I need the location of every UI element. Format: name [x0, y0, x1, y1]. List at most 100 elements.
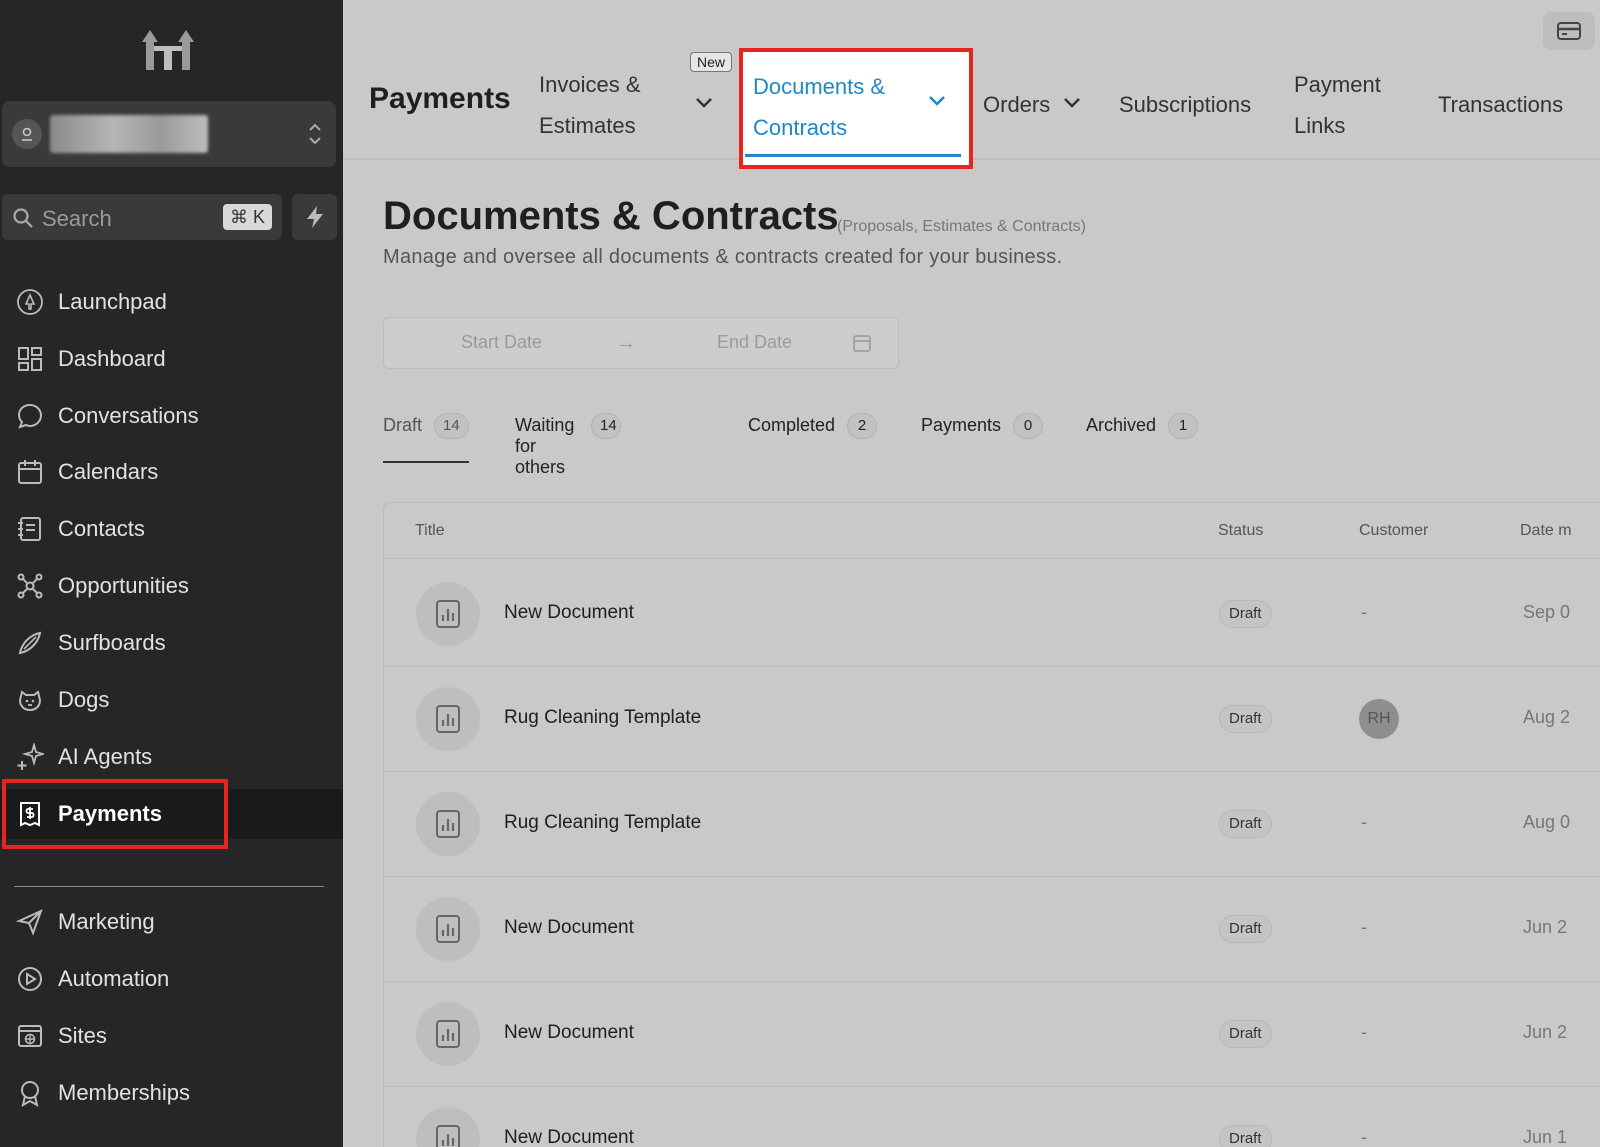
status-tab-payments[interactable]: Payments 0 [921, 413, 1044, 463]
surfboard-icon [14, 627, 46, 659]
calendar-icon[interactable] [852, 333, 872, 353]
document-title[interactable]: Rug Cleaning Template [504, 707, 701, 729]
column-customer[interactable]: Customer [1359, 522, 1428, 540]
column-date[interactable]: Date m [1520, 522, 1572, 540]
page-title: Documents & Contracts [383, 194, 839, 238]
chevron-down-icon[interactable] [927, 94, 947, 108]
start-date-field[interactable]: Start Date [461, 332, 542, 353]
sidebar-item-opportunities[interactable]: Opportunities [0, 561, 343, 611]
document-icon [416, 582, 480, 646]
document-title[interactable]: Rug Cleaning Template [504, 812, 701, 834]
active-tab-indicator [745, 154, 961, 157]
table-row[interactable]: New Document Draft - Jun 2 [384, 980, 1600, 1087]
customer-avatar[interactable]: RH [1359, 699, 1399, 739]
location-avatar [12, 119, 42, 149]
sidebar-item-automation[interactable]: Automation [0, 954, 343, 1004]
document-icon [416, 897, 480, 961]
quick-actions-button[interactable] [292, 194, 337, 240]
status-tab-archived[interactable]: Archived 1 [1086, 413, 1199, 463]
table-header: Title Status Customer Date m [384, 503, 1600, 559]
sidebar-item-dogs[interactable]: Dogs [0, 675, 343, 725]
chevron-updown-icon [309, 123, 321, 145]
end-date-field[interactable]: End Date [717, 332, 792, 353]
status-tab-label: Completed [748, 415, 836, 435]
tab-subscriptions[interactable]: Subscriptions [1119, 84, 1251, 125]
sidebar-item-dashboard[interactable]: Dashboard [0, 334, 343, 384]
sidebar-item-payments[interactable]: Payments [0, 779, 343, 849]
billing-button[interactable] [1543, 12, 1595, 50]
account-name-redacted [50, 115, 208, 153]
globe-window-icon [14, 1020, 46, 1052]
sidebar-item-launchpad[interactable]: Launchpad [0, 277, 343, 327]
search-input[interactable]: Search ⌘ K [2, 194, 282, 240]
documents-table: Title Status Customer Date m New Documen… [383, 502, 1600, 1147]
award-icon [14, 1077, 46, 1109]
dashboard-icon [14, 343, 46, 375]
table-row[interactable]: Rug Cleaning Template Draft - Aug 0 [384, 770, 1600, 877]
account-switcher[interactable] [2, 101, 336, 167]
tab-invoices-estimates[interactable]: Invoices & Estimates [539, 64, 641, 146]
tab-documents-line2: Contracts [753, 115, 848, 140]
document-icon [416, 1002, 480, 1066]
tab-invoices-line2: Estimates [539, 113, 636, 138]
sidebar-item-memberships[interactable]: Memberships [0, 1068, 343, 1118]
chevron-down-icon[interactable] [694, 96, 714, 110]
column-title[interactable]: Title [415, 522, 445, 540]
column-status[interactable]: Status [1218, 522, 1263, 540]
sparkle-icon [14, 741, 46, 773]
customer-cell: - [1361, 1022, 1367, 1042]
sidebar-item-contacts[interactable]: Contacts [0, 504, 343, 554]
table-row[interactable]: New Document Draft - Jun 1 [384, 1085, 1600, 1147]
section-title: Payments [369, 82, 511, 115]
app-logo-icon[interactable] [142, 26, 194, 72]
status-tab-completed[interactable]: Completed 2 [748, 413, 878, 463]
sidebar-item-sites[interactable]: Sites [0, 1011, 343, 1061]
sidebar-item-label: Surfboards [58, 630, 166, 655]
chevron-down-icon[interactable] [1062, 96, 1082, 110]
sidebar-item-label: Dogs [58, 687, 110, 712]
tab-documents-contracts[interactable]: Documents & Contracts [739, 48, 973, 169]
document-title[interactable]: New Document [504, 1022, 634, 1044]
tab-transactions[interactable]: Transactions [1438, 84, 1563, 125]
status-tab-label: Waiting for others [515, 415, 575, 477]
tab-payment-links[interactable]: Payment Links [1294, 64, 1381, 146]
search-placeholder: Search [42, 206, 112, 231]
date-range-picker[interactable]: Start Date → End Date [383, 317, 899, 369]
tab-documents-line1: Documents & [753, 74, 886, 99]
sidebar-item-label: Opportunities [58, 573, 189, 598]
date-cell: Aug 2 [1523, 707, 1571, 727]
table-row[interactable]: New Document Draft - Sep 0 [384, 560, 1600, 667]
arrow-right-icon: → [616, 332, 636, 354]
document-title[interactable]: New Document [504, 1127, 634, 1147]
opportunities-icon [14, 570, 46, 602]
status-tab-draft[interactable]: Draft 14 [383, 413, 469, 463]
sidebar-item-label: Memberships [58, 1080, 191, 1105]
tab-orders[interactable]: Orders [983, 84, 1050, 125]
document-title[interactable]: New Document [504, 602, 634, 624]
credit-card-icon [1557, 22, 1581, 40]
table-row[interactable]: Rug Cleaning Template Draft RH Aug 2 [384, 665, 1600, 772]
sidebar-item-surfboards[interactable]: Surfboards [0, 618, 343, 668]
tab-subscriptions-label: Subscriptions [1119, 92, 1252, 117]
sidebar-item-ai-agents[interactable]: AI Agents [0, 732, 343, 782]
page-description: Manage and oversee all documents & contr… [383, 246, 1063, 268]
customer-cell: - [1361, 602, 1367, 622]
sidebar-item-conversations[interactable]: Conversations [0, 391, 343, 441]
chat-bubble-icon [14, 400, 46, 432]
sidebar-item-marketing[interactable]: Marketing [0, 897, 343, 947]
lightning-icon [306, 206, 323, 228]
customer-cell: - [1361, 917, 1367, 937]
status-tab-label: Archived [1086, 415, 1157, 435]
receipt-dollar-icon [14, 798, 46, 830]
document-icon [416, 1107, 480, 1147]
document-title[interactable]: New Document [504, 917, 634, 939]
tab-orders-label: Orders [983, 92, 1051, 117]
status-tab-count: 14 [591, 413, 622, 439]
sidebar-item-calendars[interactable]: Calendars [0, 447, 343, 497]
table-row[interactable]: New Document Draft - Jun 2 [384, 875, 1600, 982]
sidebar-item-label: AI Agents [58, 744, 153, 769]
sidebar-item-label: Calendars [58, 459, 159, 484]
sidebar-item-label: Dashboard [58, 346, 166, 371]
status-tab-waiting-for-others[interactable]: Waiting for others 14 [515, 413, 622, 477]
sidebar-item-label: Launchpad [58, 289, 167, 314]
